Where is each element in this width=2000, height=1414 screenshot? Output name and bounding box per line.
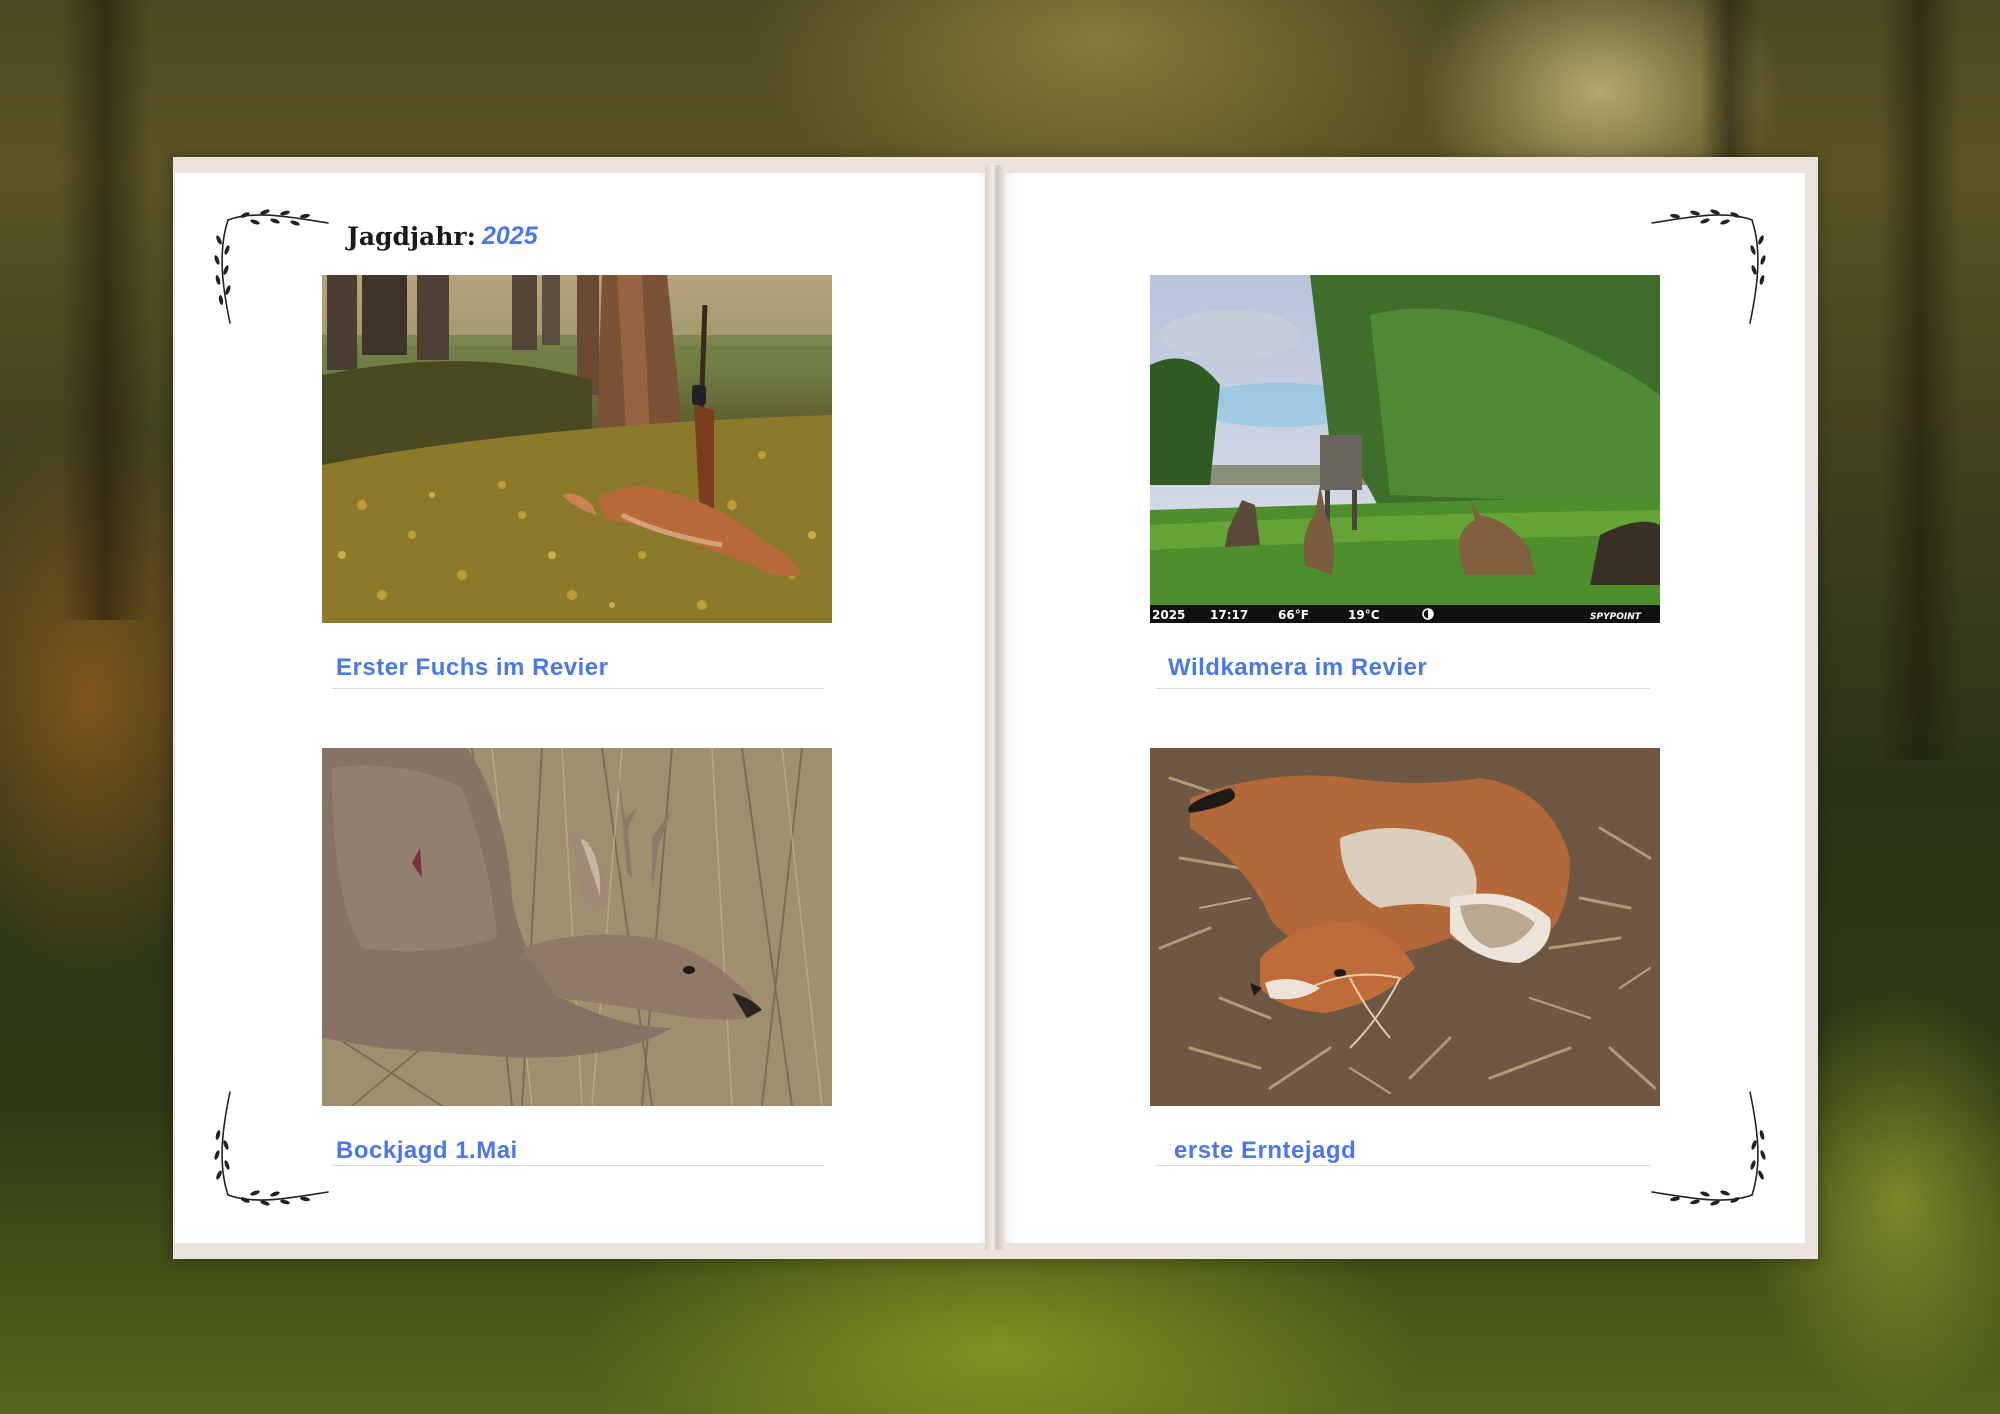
camera-overlay-brand: SPYPOINT: [1590, 612, 1642, 622]
camera-overlay-temp-f: 66°F: [1278, 608, 1309, 622]
photo-caption: Bockjagd 1.Mai: [336, 1137, 518, 1164]
leaf-flourish-icon: [214, 1091, 329, 1206]
photo-fox-harvest: [1150, 748, 1660, 1106]
photo-fox-rifle: [322, 275, 832, 623]
caption-underline: [332, 1165, 824, 1166]
photo-roebuck: [322, 748, 832, 1106]
photo-caption: Wildkamera im Revier: [1168, 654, 1428, 681]
photo-caption: Erster Fuchs im Revier: [336, 654, 609, 681]
leaf-flourish-icon: [1651, 1091, 1766, 1206]
background-tree-trunk: [60, 0, 150, 620]
caption-underline: [1156, 1165, 1650, 1166]
album-spine: [985, 165, 1005, 1250]
caption-underline: [1156, 688, 1650, 689]
album-title-label: Jagdjahr:: [347, 222, 476, 251]
camera-overlay-temp-c: 19°C: [1348, 608, 1380, 622]
camera-overlay-time: 17:17: [1210, 608, 1248, 622]
caption-underline: [332, 688, 824, 689]
background-tree-trunk: [1880, 0, 1960, 760]
photo-trail-camera: 2025 17:17 66°F 19°C SPYPOINT: [1150, 275, 1660, 623]
leaf-flourish-icon: [1651, 209, 1766, 324]
leaf-flourish-icon: [214, 209, 329, 324]
album-year: 2025: [482, 222, 538, 250]
photo-caption: erste Erntejagd: [1174, 1137, 1357, 1164]
camera-overlay-year: 2025: [1152, 608, 1185, 622]
